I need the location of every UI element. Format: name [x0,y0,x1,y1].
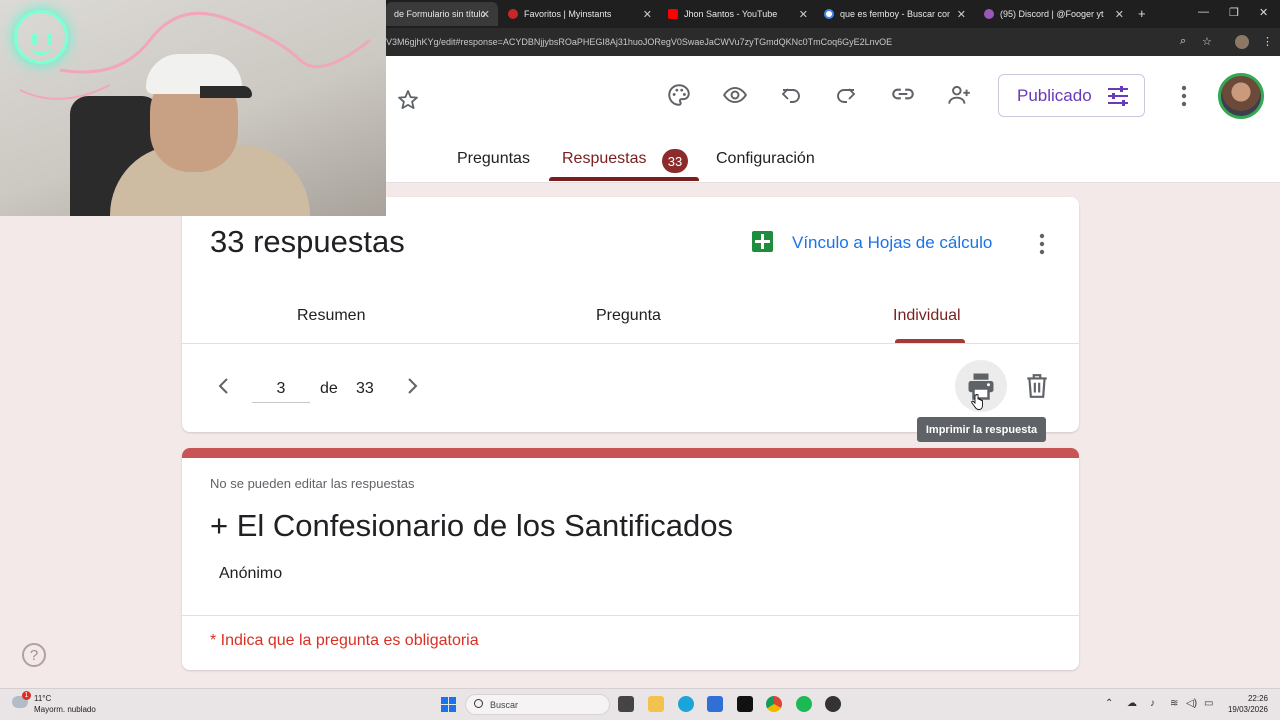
settings-sliders-icon [1107,85,1128,106]
browser-tab-forms[interactable]: de Formulario sin título ✕ [386,2,498,26]
subtab-pregunta[interactable]: Pregunta [596,307,661,325]
myinstants-icon [508,9,518,19]
close-window-icon[interactable]: ✕ [1259,6,1268,19]
read-only-notice: No se pueden editar las respuestas [210,476,415,491]
close-icon[interactable]: ✕ [957,8,966,21]
youtube-icon [668,9,678,19]
close-icon[interactable]: ✕ [799,8,808,21]
form-theme-bar [182,448,1079,458]
add-collaborator-icon[interactable] [945,81,973,109]
pager-total: 33 [356,380,374,397]
browser-tab-title: (95) Discord | @Fooger yt [1000,9,1104,19]
response-index-input[interactable] [252,375,310,403]
clock-date: 19/03/2026 [1227,705,1268,714]
form-title: + El Confesionario de los Santificados [210,508,734,543]
edge-icon[interactable] [678,696,694,712]
close-icon[interactable]: ✕ [643,8,652,21]
windows-taskbar [0,688,1280,720]
minimize-icon[interactable]: — [1198,6,1209,18]
close-icon[interactable]: ✕ [481,8,490,21]
close-icon[interactable]: ✕ [1115,8,1124,21]
wifi-icon[interactable]: ≋ [1170,698,1178,709]
divider [182,343,1079,344]
redo-icon[interactable] [832,81,860,109]
responses-title: 33 respuestas [210,224,405,259]
tab-configuracion[interactable]: Configuración [716,150,815,168]
spotify-icon[interactable] [796,696,812,712]
responses-count-badge: 33 [662,149,688,173]
link-to-sheets-button[interactable]: Vínculo a Hojas de cálculo [792,233,992,253]
task-view-icon[interactable] [618,696,634,712]
weather-temp: 11°C [34,694,52,703]
app-icon[interactable] [737,696,753,712]
sheets-icon[interactable] [752,231,773,252]
responses-more-options-icon[interactable] [1034,232,1050,261]
windows-start-icon[interactable] [441,697,456,712]
battery-icon[interactable]: ▭ [1204,698,1213,709]
publish-label: Publicado [1017,85,1092,105]
browser-tab-youtube[interactable]: Jhon Santos - YouTube ✕ [660,2,816,26]
print-tooltip: Imprimir la respuesta [917,417,1046,442]
browser-tab-title: que es femboy - Buscar con Go [840,9,950,19]
tab-preguntas[interactable]: Preguntas [457,150,530,168]
browser-tab-myinstants[interactable]: Favoritos | Myinstants ✕ [500,2,660,26]
volume-icon[interactable]: ◁) [1186,698,1197,709]
new-tab-button[interactable]: + [1138,6,1146,21]
publish-button[interactable]: Publicado [998,74,1145,117]
hand-cursor-icon [971,393,983,410]
browser-tab-discord[interactable]: (95) Discord | @Fooger yt ✕ [976,2,1132,26]
star-icon[interactable] [394,86,422,114]
subtab-resumen[interactable]: Resumen [297,307,365,325]
previous-response-button[interactable] [215,376,235,396]
cloud-sync-icon[interactable]: ☁ [1127,698,1137,709]
store-icon[interactable] [707,696,723,712]
account-avatar[interactable] [1218,73,1264,119]
browser-tab-title: de Formulario sin título [394,9,486,19]
clock-time: 22:26 [1247,694,1268,703]
system-clock[interactable]: 22:26 19/03/2026 [1222,693,1268,715]
file-explorer-icon[interactable] [648,696,664,712]
chrome-icon[interactable] [766,696,782,712]
form-description: Anónimo [219,565,283,582]
more-options-icon[interactable] [1176,84,1192,113]
weather-badge: 1 [22,691,31,700]
pager-of-label: de [320,380,338,397]
taskbar-search[interactable]: Buscar [465,694,610,715]
undo-icon[interactable] [777,81,805,109]
bookmark-star-icon[interactable]: ☆ [1202,35,1212,48]
browser-tab-title: Jhon Santos - YouTube [684,9,778,19]
taskbar-search-placeholder: Buscar [490,699,519,710]
required-note: * Indica que la pregunta es obligatoria [210,632,479,649]
browser-profile-avatar[interactable] [1235,35,1249,49]
google-icon [824,9,834,19]
url-text[interactable]: V3M6gjhKYg/edit#response=ACYDBNjjybsROaP… [386,37,1166,47]
browser-tab-google-search[interactable]: que es femboy - Buscar con Go ✕ [816,2,974,26]
subtab-individual[interactable]: Individual [893,307,961,325]
link-icon[interactable] [889,80,917,108]
active-tab-indicator [549,177,699,181]
browser-tab-title: Favoritos | Myinstants [524,9,612,19]
browser-menu-icon[interactable]: ⋮ [1262,35,1273,48]
preview-eye-icon[interactable] [721,81,749,109]
weather-desc: Mayorm. nublado [34,705,96,714]
cap-bill [200,86,252,98]
delete-icon[interactable] [1025,373,1049,404]
next-response-button[interactable] [403,376,423,396]
search-icon [474,699,483,708]
divider [182,615,1079,616]
webcam-overlay [0,0,386,216]
palette-icon[interactable] [665,81,693,109]
app-icon[interactable] [825,696,841,712]
tab-respuestas[interactable]: Respuestas [562,150,647,168]
help-icon[interactable]: ? [22,643,46,667]
tray-chevron-icon[interactable]: ⌃ [1105,698,1113,709]
restore-icon[interactable]: ❐ [1229,6,1239,19]
zoom-icon[interactable]: ⌕ [1180,35,1186,48]
discord-icon [984,9,994,19]
microphone-icon[interactable]: ♪ [1150,698,1155,709]
